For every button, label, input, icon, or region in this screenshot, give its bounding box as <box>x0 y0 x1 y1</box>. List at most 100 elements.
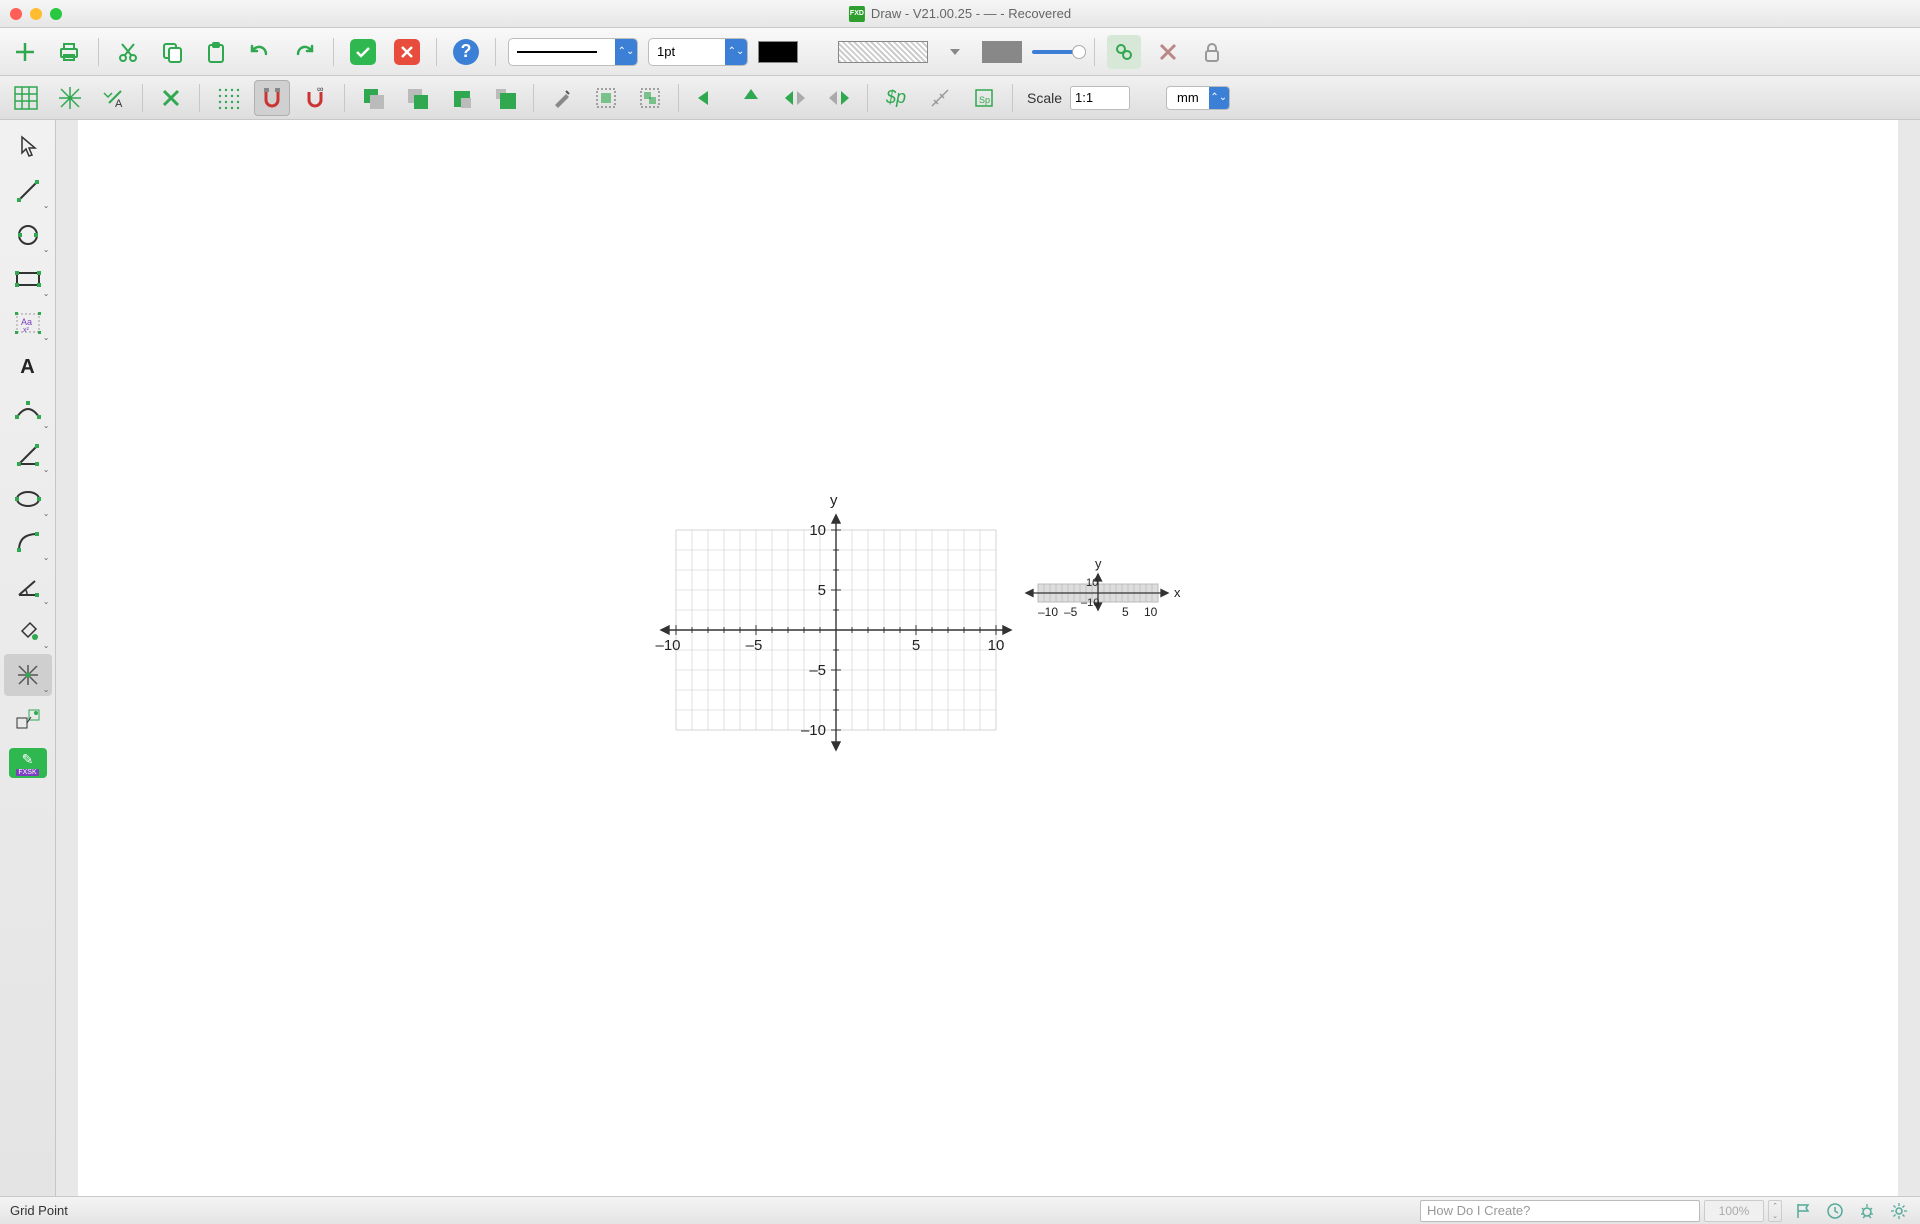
measure-button[interactable] <box>922 80 958 116</box>
text-tool[interactable]: A <box>4 346 52 388</box>
send-back-button[interactable] <box>399 80 435 116</box>
angle-tool[interactable]: ⌄ <box>4 434 52 476</box>
magnet-infinite-button[interactable]: ∞ <box>298 80 334 116</box>
primary-toolbar: ? ⌃⌄ 1pt ⌃⌄ <box>0 28 1920 76</box>
print-button[interactable] <box>52 35 86 69</box>
redo-button[interactable] <box>287 35 321 69</box>
link-tool-button[interactable] <box>1107 35 1141 69</box>
svg-text:–10: –10 <box>1038 605 1058 619</box>
bring-front-button[interactable] <box>355 80 391 116</box>
secondary-toolbar: A ∞ $p Sp Scale mm ⌃⌄ <box>0 76 1920 120</box>
parameter-button[interactable]: $p <box>878 80 914 116</box>
tool-palette: ⌄ ⌄ ⌄ Aax²⌄ A ⌄ ⌄ ⌄ ⌄ ⌄ ⌄ ⌄ ✎FXSK <box>0 120 56 1196</box>
selection-tool[interactable] <box>4 126 52 168</box>
cut-button[interactable] <box>111 35 145 69</box>
undo-button[interactable] <box>243 35 277 69</box>
dropdown-arrow-icon: ⌃⌄ <box>725 39 747 65</box>
dropdown-arrow-icon: ⌃⌄ <box>1209 87 1229 109</box>
status-left-text: Grid Point <box>10 1203 68 1218</box>
unlink-tool-button[interactable] <box>1151 35 1185 69</box>
flag-icon[interactable] <box>1792 1200 1814 1222</box>
export-sp-button[interactable]: Sp <box>966 80 1002 116</box>
magnet-snap-button[interactable] <box>254 80 290 116</box>
close-window-button[interactable] <box>10 8 22 20</box>
app-icon: FXD <box>849 6 865 22</box>
scale-input[interactable] <box>1070 86 1130 110</box>
shape-tool[interactable]: ⌄ <box>4 478 52 520</box>
status-bar: Grid Point How Do I Create? 100% ⌃⌄ <box>0 1196 1920 1224</box>
window-title: FXD Draw - V21.00.25 - — - Recovered <box>849 6 1071 22</box>
zoom-window-button[interactable] <box>50 8 62 20</box>
copy-button[interactable] <box>155 35 189 69</box>
titlebar: FXD Draw - V21.00.25 - — - Recovered <box>0 0 1920 28</box>
snap-grid-button[interactable] <box>52 80 88 116</box>
help-search-input[interactable]: How Do I Create? <box>1420 1200 1700 1222</box>
line-tool[interactable]: ⌄ <box>4 170 52 212</box>
snap-point-button[interactable]: A <box>96 80 132 116</box>
coordinate-grid-object-1[interactable]: y x –10 –5 5 10 10 5 –5 –10 <box>626 490 1026 770</box>
svg-text:–5: –5 <box>746 637 763 654</box>
line-style-selector[interactable]: ⌃⌄ <box>508 38 638 66</box>
circle-tool[interactable]: ⌄ <box>4 214 52 256</box>
fill-color-swatch[interactable] <box>982 41 1022 63</box>
fill-pattern-swatch[interactable] <box>838 41 928 63</box>
stroke-color-swatch[interactable] <box>758 41 798 63</box>
stroke-width-selector[interactable]: 1pt ⌃⌄ <box>648 38 748 66</box>
flip-h-button[interactable] <box>689 80 725 116</box>
opacity-slider[interactable] <box>1032 50 1082 54</box>
protractor-tool[interactable]: ⌄ <box>4 566 52 608</box>
minimize-window-button[interactable] <box>30 8 42 20</box>
svg-text:Sp: Sp <box>979 95 990 105</box>
send-backward-button[interactable] <box>487 80 523 116</box>
settings-icon[interactable] <box>1888 1200 1910 1222</box>
grid-toggle-button[interactable] <box>8 80 44 116</box>
y-axis-label: y <box>830 492 838 509</box>
mirror-h-button[interactable] <box>777 80 813 116</box>
flip-v-button[interactable] <box>733 80 769 116</box>
bring-forward-button[interactable] <box>443 80 479 116</box>
zoom-stepper[interactable]: ⌃⌄ <box>1768 1200 1782 1222</box>
style-brush-button[interactable] <box>544 80 580 116</box>
cancel-button[interactable] <box>390 35 424 69</box>
ungroup-button[interactable] <box>632 80 668 116</box>
bug-icon[interactable] <box>1856 1200 1878 1222</box>
paste-button[interactable] <box>199 35 233 69</box>
new-button[interactable] <box>8 35 42 69</box>
clear-button[interactable] <box>153 80 189 116</box>
svg-text:–5: –5 <box>1064 605 1078 619</box>
group-button[interactable] <box>588 80 624 116</box>
separator <box>436 38 437 66</box>
rect-tool[interactable]: ⌄ <box>4 258 52 300</box>
curve-tool[interactable]: ⌄ <box>4 390 52 432</box>
drawing-canvas[interactable]: Z www.MacZ.com <box>78 120 1898 1196</box>
coordinate-grid-object-2[interactable]: y x 10 –10 –10 –5 5 10 <box>1016 554 1186 634</box>
dot-grid-button[interactable] <box>210 80 246 116</box>
svg-text:10: 10 <box>1144 605 1158 619</box>
arc-tool[interactable]: ⌄ <box>4 522 52 564</box>
intersection-tool[interactable]: ⌄ <box>4 654 52 696</box>
transform-tool[interactable] <box>4 698 52 740</box>
dropdown-arrow-icon: ⌃⌄ <box>615 39 637 65</box>
sketch-tool[interactable]: ✎FXSK <box>4 742 52 784</box>
fill-dropdown-button[interactable] <box>938 35 972 69</box>
history-icon[interactable] <box>1824 1200 1846 1222</box>
svg-text:5: 5 <box>818 582 826 599</box>
svg-text:–5: –5 <box>809 662 826 679</box>
separator <box>344 84 345 112</box>
lock-button[interactable] <box>1195 35 1229 69</box>
svg-text:–10: –10 <box>801 722 826 739</box>
mirror-v-button[interactable] <box>821 80 857 116</box>
canvas-viewport[interactable]: Z www.MacZ.com <box>56 120 1920 1196</box>
confirm-button[interactable] <box>346 35 380 69</box>
help-search-placeholder: How Do I Create? <box>1427 1203 1530 1218</box>
text-frame-tool[interactable]: Aax²⌄ <box>4 302 52 344</box>
zoom-display: 100% <box>1704 1200 1764 1222</box>
units-selector[interactable]: mm ⌃⌄ <box>1166 86 1230 110</box>
help-button[interactable]: ? <box>449 35 483 69</box>
svg-text:–10: –10 <box>655 637 680 654</box>
svg-text:5: 5 <box>912 637 920 654</box>
fill-tool[interactable]: ⌄ <box>4 610 52 652</box>
svg-text:Aa: Aa <box>21 317 32 327</box>
separator <box>678 84 679 112</box>
svg-text:10: 10 <box>988 637 1005 654</box>
